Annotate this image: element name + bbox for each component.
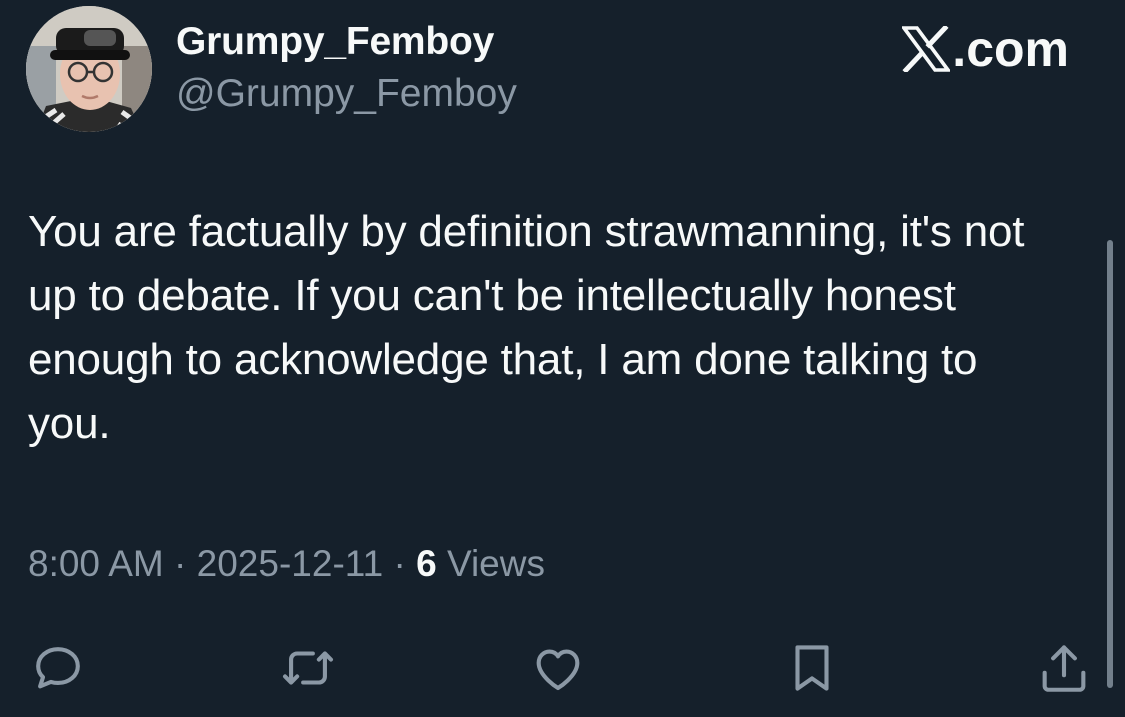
reply-button[interactable]	[26, 636, 90, 700]
share-button[interactable]	[1032, 636, 1096, 700]
tweet-date[interactable]: 2025-12-11	[197, 543, 384, 584]
x-logo-icon	[900, 24, 952, 74]
reply-icon	[36, 647, 80, 689]
meta-separator: ·	[174, 543, 187, 584]
bookmark-button[interactable]	[780, 636, 844, 700]
retweet-button[interactable]	[276, 636, 340, 700]
avatar[interactable]	[26, 6, 152, 132]
retweet-icon	[282, 651, 334, 685]
views-count: 6	[416, 543, 437, 584]
views-label: Views	[446, 543, 545, 584]
site-logo: .com	[900, 20, 1069, 77]
like-button[interactable]	[526, 636, 590, 700]
share-icon	[1042, 645, 1086, 692]
tweet-time[interactable]: 8:00 AM	[28, 543, 164, 584]
site-logo-label: .com	[952, 21, 1069, 77]
action-bar	[0, 630, 1125, 700]
author-display-name[interactable]: Grumpy_Femboy	[176, 18, 494, 66]
tweet-text: You are factually by definition strawman…	[28, 207, 1025, 448]
scrollbar[interactable]	[1107, 240, 1113, 688]
meta-separator: ·	[393, 543, 406, 584]
tweet-meta: 8:00 AM · 2025-12-11 · 6 Views	[28, 540, 545, 588]
bookmark-icon	[795, 645, 829, 691]
heart-icon	[536, 649, 580, 691]
author-handle[interactable]: @Grumpy_Femboy	[176, 70, 517, 118]
avatar-photo	[26, 6, 152, 132]
